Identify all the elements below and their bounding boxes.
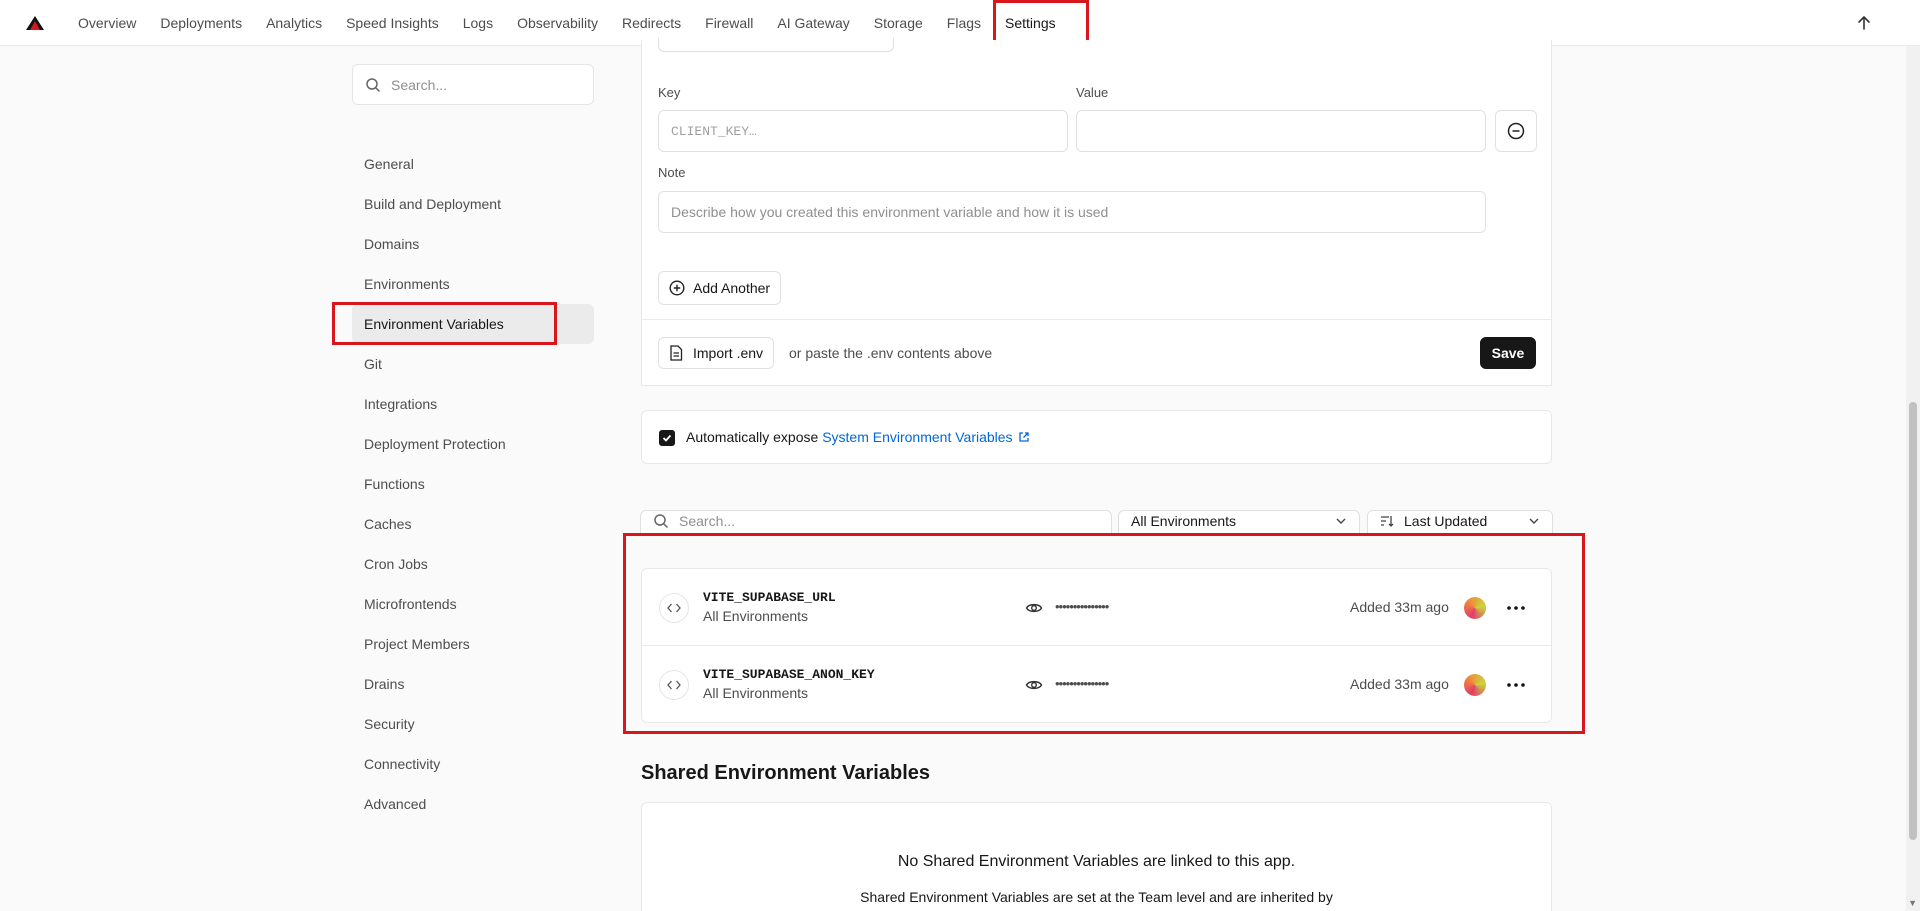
nav-flags[interactable]: Flags (935, 0, 993, 46)
nav-overview[interactable]: Overview (66, 0, 148, 46)
sidebar-item-environment-variables[interactable]: Environment Variables (352, 304, 594, 344)
add-another-button[interactable]: Add Another (658, 271, 782, 305)
code-icon (659, 670, 689, 700)
sidebar-item-build-and-deployment[interactable]: Build and Deployment (352, 184, 594, 224)
sidebar-item-domains[interactable]: Domains (352, 224, 594, 264)
sidebar-item-drains[interactable]: Drains (352, 664, 594, 704)
chevron-down-icon (1529, 518, 1539, 524)
minus-circle-icon (1507, 122, 1525, 140)
key-label: Key (658, 85, 681, 100)
code-icon (659, 593, 689, 623)
sidebar-search[interactable] (352, 64, 594, 105)
chevron-down-icon (1336, 518, 1346, 524)
scrollbar-thumb[interactable] (1909, 402, 1917, 840)
env-var-row[interactable]: VITE_SUPABASE_ANON_KEY All Environments … (641, 646, 1552, 723)
env-var-added: Added 33m ago (1350, 599, 1449, 615)
add-env-var-panel: Key Value CLIENT_KEY… Note Describe how … (641, 38, 1552, 386)
search-icon (654, 514, 669, 529)
sidebar-item-microfrontends[interactable]: Microfrontends (352, 584, 594, 624)
value-label: Value (1076, 85, 1109, 100)
env-var-masked-value: ••••••••••••••• (1055, 599, 1109, 614)
avatar (1464, 674, 1486, 696)
project-logo-icon[interactable] (26, 15, 46, 31)
sidebar-item-deployment-protection[interactable]: Deployment Protection (352, 424, 594, 464)
value-input[interactable] (1076, 110, 1486, 152)
env-var-name: VITE_SUPABASE_ANON_KEY (703, 667, 875, 682)
sidebar-item-security[interactable]: Security (352, 704, 594, 744)
more-options-icon[interactable] (1503, 672, 1529, 698)
check-icon (662, 434, 672, 442)
plus-circle-icon (669, 280, 685, 296)
sidebar-item-connectivity[interactable]: Connectivity (352, 744, 594, 784)
env-var-name: VITE_SUPABASE_URL (703, 590, 836, 605)
nav-deployments[interactable]: Deployments (148, 0, 254, 46)
import-env-label: Import .env (693, 345, 764, 361)
sidebar-item-caches[interactable]: Caches (352, 504, 594, 544)
sidebar-item-project-members[interactable]: Project Members (352, 624, 594, 664)
import-env-button[interactable]: Import .env (658, 337, 775, 369)
sidebar-item-integrations[interactable]: Integrations (352, 384, 594, 424)
file-icon (670, 345, 683, 361)
save-button[interactable]: Save (1480, 337, 1536, 369)
paste-hint: or paste the .env contents above (789, 345, 993, 361)
expose-label-row: Automatically expose System Environment … (686, 429, 1030, 445)
external-link-icon[interactable] (1018, 431, 1030, 443)
note-input[interactable]: Describe how you created this environmen… (658, 191, 1486, 233)
remove-row-button[interactable] (1495, 110, 1537, 152)
env-var-masked-value: ••••••••••••••• (1055, 676, 1109, 691)
nav-analytics[interactable]: Analytics (254, 0, 334, 46)
expose-label: Automatically expose (686, 429, 819, 445)
sidebar-item-functions[interactable]: Functions (352, 464, 594, 504)
shared-empty-text: No Shared Environment Variables are link… (897, 853, 1296, 870)
add-another-label: Add Another (693, 280, 771, 296)
eye-icon[interactable] (1025, 599, 1043, 617)
expose-checkbox[interactable] (659, 430, 675, 446)
nav-logs[interactable]: Logs (451, 0, 505, 46)
expose-system-env-panel: Automatically expose System Environment … (641, 410, 1552, 464)
eye-icon[interactable] (1025, 676, 1043, 694)
note-label: Note (658, 165, 686, 180)
sort-label: Last Updated (1404, 513, 1488, 529)
env-search-field[interactable]: Search... (640, 510, 1112, 534)
system-env-vars-link[interactable]: System Environment Variables (822, 429, 1012, 445)
scroll-down-icon[interactable]: ▼ (1908, 898, 1917, 908)
environment-select-partial[interactable] (658, 38, 894, 52)
sidebar-item-git[interactable]: Git (352, 344, 594, 384)
env-var-added: Added 33m ago (1350, 676, 1449, 692)
sidebar-item-cron-jobs[interactable]: Cron Jobs (352, 544, 594, 584)
nav-speed-insights[interactable]: Speed Insights (334, 0, 451, 46)
env-var-row[interactable]: VITE_SUPABASE_URL All Environments •••••… (641, 569, 1552, 646)
sort-icon (1381, 516, 1394, 527)
sort-select[interactable]: Last Updated (1367, 510, 1553, 534)
search-icon (366, 77, 381, 92)
nav-observability[interactable]: Observability (505, 0, 610, 46)
shared-env-title: Shared Environment Variables (641, 762, 930, 784)
nav-settings[interactable]: Settings (993, 0, 1068, 46)
page-scrollbar[interactable]: ▼ (1906, 46, 1920, 911)
avatar (1464, 597, 1486, 619)
env-var-scope: All Environments (703, 608, 809, 624)
divider (642, 319, 1551, 320)
sidebar-search-input[interactable] (391, 76, 571, 93)
filter-bar: Search... All Environments Last Updated (640, 510, 1555, 534)
environment-filter-select[interactable]: All Environments (1118, 510, 1360, 534)
sidebar-item-advanced[interactable]: Advanced (352, 784, 594, 824)
env-search-placeholder: Search... (679, 513, 736, 529)
environment-filter-label: All Environments (1131, 513, 1237, 529)
key-input[interactable]: CLIENT_KEY… (658, 110, 1068, 152)
arrow-up-icon[interactable] (1854, 13, 1874, 33)
sidebar-item-environments[interactable]: Environments (352, 264, 594, 304)
sidebar-item-general[interactable]: General (352, 144, 594, 184)
shared-desc-text: Shared Environment Variables are set at … (860, 889, 1333, 905)
more-options-icon[interactable] (1503, 595, 1529, 621)
env-var-scope: All Environments (703, 685, 809, 701)
